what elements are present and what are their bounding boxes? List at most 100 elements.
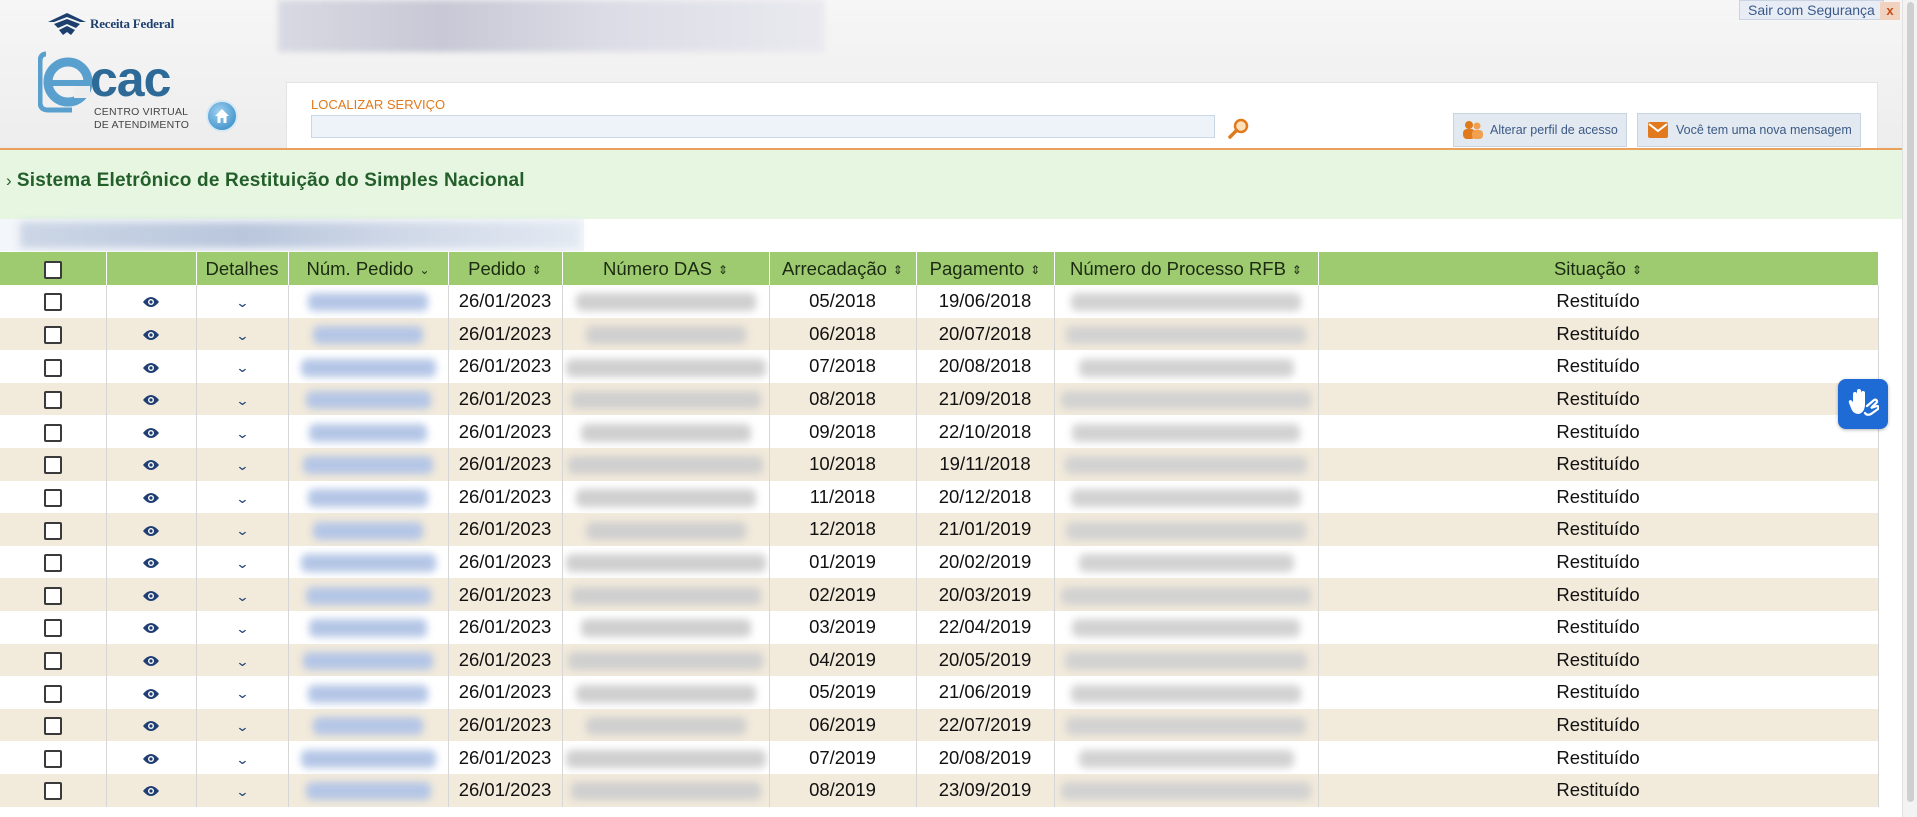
sort-icon[interactable]: ⇕	[532, 263, 542, 277]
chevron-down-icon[interactable]: ⌄	[235, 328, 249, 344]
row-details-cell[interactable]: ⌄	[196, 415, 289, 448]
row-select-cell[interactable]	[0, 513, 107, 546]
eye-icon[interactable]	[143, 753, 159, 765]
row-select-cell[interactable]	[0, 773, 107, 807]
sort-icon[interactable]: ⇕	[718, 263, 728, 277]
chevron-down-icon[interactable]: ⌄	[235, 654, 249, 670]
header-pagamento[interactable]: Pagamento ⇕	[916, 252, 1055, 285]
chevron-down-icon[interactable]: ⌄	[235, 556, 249, 572]
row-view-cell[interactable]	[106, 350, 197, 383]
row-view-cell[interactable]	[106, 741, 197, 774]
eye-icon[interactable]	[143, 459, 159, 471]
row-checkbox[interactable]	[43, 391, 62, 410]
vertical-scrollbar[interactable]	[1902, 0, 1917, 817]
chevron-down-icon[interactable]: ⌄	[235, 295, 249, 311]
eye-icon[interactable]	[143, 525, 159, 537]
row-select-cell[interactable]	[0, 708, 107, 742]
vlibras-accessibility-button[interactable]	[1838, 379, 1888, 429]
scrollbar-thumb[interactable]	[1907, 2, 1914, 802]
row-view-cell[interactable]	[106, 610, 197, 644]
row-checkbox[interactable]	[43, 717, 62, 736]
row-details-cell[interactable]: ⌄	[196, 773, 289, 807]
close-icon[interactable]: x	[1880, 2, 1900, 20]
row-checkbox[interactable]	[43, 586, 62, 605]
row-select-cell[interactable]	[0, 415, 107, 448]
eye-icon[interactable]	[143, 720, 159, 732]
sort-icon[interactable]: ⇕	[1030, 263, 1040, 277]
select-all-checkbox[interactable]	[43, 260, 62, 279]
header-pedido[interactable]: Pedido ⇕	[448, 252, 563, 285]
eye-icon[interactable]	[143, 655, 159, 667]
row-select-cell[interactable]	[0, 741, 107, 774]
eye-icon[interactable]	[143, 557, 159, 569]
row-checkbox[interactable]	[43, 521, 62, 540]
row-select-cell[interactable]	[0, 610, 107, 644]
row-view-cell[interactable]	[106, 415, 197, 448]
row-view-cell[interactable]	[106, 285, 197, 318]
search-input[interactable]	[311, 115, 1215, 138]
header-numero-das[interactable]: Número DAS ⇕	[562, 252, 770, 285]
row-details-cell[interactable]: ⌄	[196, 676, 289, 709]
row-details-cell[interactable]: ⌄	[196, 708, 289, 742]
change-profile-button[interactable]: Alterar perfil de acesso	[1453, 113, 1627, 147]
row-checkbox[interactable]	[43, 488, 62, 507]
eye-icon[interactable]	[143, 622, 159, 634]
row-checkbox[interactable]	[43, 456, 62, 475]
row-details-cell[interactable]: ⌄	[196, 643, 289, 677]
row-details-cell[interactable]: ⌄	[196, 741, 289, 774]
chevron-down-icon[interactable]: ⌄	[419, 263, 429, 277]
row-view-cell[interactable]	[106, 382, 197, 416]
row-checkbox[interactable]	[43, 358, 62, 377]
logout-link[interactable]: Sair com Segurança	[1739, 0, 1884, 20]
row-checkbox[interactable]	[43, 684, 62, 703]
chevron-down-icon[interactable]: ⌄	[235, 491, 249, 507]
row-select-cell[interactable]	[0, 382, 107, 416]
row-checkbox[interactable]	[43, 554, 62, 573]
row-view-cell[interactable]	[106, 317, 197, 351]
row-select-cell[interactable]	[0, 317, 107, 351]
row-view-cell[interactable]	[106, 773, 197, 807]
row-view-cell[interactable]	[106, 545, 197, 579]
row-select-cell[interactable]	[0, 578, 107, 611]
chevron-down-icon[interactable]: ⌄	[235, 523, 249, 539]
row-view-cell[interactable]	[106, 708, 197, 742]
receita-federal-logo[interactable]: Receita Federal	[46, 8, 174, 40]
magnifier-icon[interactable]	[1227, 117, 1251, 141]
home-button[interactable]	[206, 100, 238, 132]
row-view-cell[interactable]	[106, 676, 197, 709]
row-select-cell[interactable]	[0, 480, 107, 514]
header-arrecadacao[interactable]: Arrecadação ⇕	[769, 252, 917, 285]
row-details-cell[interactable]: ⌄	[196, 285, 289, 318]
row-checkbox[interactable]	[43, 651, 62, 670]
eye-icon[interactable]	[143, 394, 159, 406]
sort-icon[interactable]: ⇕	[1292, 263, 1302, 277]
row-select-cell[interactable]	[0, 285, 107, 318]
eye-icon[interactable]	[143, 362, 159, 374]
header-situacao[interactable]: Situação ⇕	[1318, 252, 1879, 285]
new-message-button[interactable]: Você tem uma nova mensagem	[1637, 113, 1861, 147]
header-numero-processo[interactable]: Número do Processo RFB ⇕	[1054, 252, 1319, 285]
row-details-cell[interactable]: ⌄	[196, 480, 289, 514]
row-select-cell[interactable]	[0, 447, 107, 481]
sort-icon[interactable]: ⇕	[1632, 263, 1642, 277]
eye-icon[interactable]	[143, 427, 159, 439]
row-view-cell[interactable]	[106, 578, 197, 611]
eye-icon[interactable]	[143, 785, 159, 797]
row-checkbox[interactable]	[43, 749, 62, 768]
row-view-cell[interactable]	[106, 513, 197, 546]
chevron-down-icon[interactable]: ⌄	[235, 589, 249, 605]
header-num-pedido[interactable]: Núm. Pedido ⌄	[288, 252, 449, 285]
chevron-down-icon[interactable]: ⌄	[235, 458, 249, 474]
row-view-cell[interactable]	[106, 447, 197, 481]
row-select-cell[interactable]	[0, 643, 107, 677]
row-select-cell[interactable]	[0, 545, 107, 579]
eye-icon[interactable]	[143, 590, 159, 602]
row-details-cell[interactable]: ⌄	[196, 350, 289, 383]
ecac-logo[interactable]: cac CENTRO VIRTUAL DE ATENDIMENTO	[38, 50, 198, 136]
eye-icon[interactable]	[143, 492, 159, 504]
chevron-down-icon[interactable]: ⌄	[235, 686, 249, 702]
select-all-header[interactable]	[0, 252, 107, 285]
row-view-cell[interactable]	[106, 643, 197, 677]
row-details-cell[interactable]: ⌄	[196, 382, 289, 416]
row-checkbox[interactable]	[43, 326, 62, 344]
